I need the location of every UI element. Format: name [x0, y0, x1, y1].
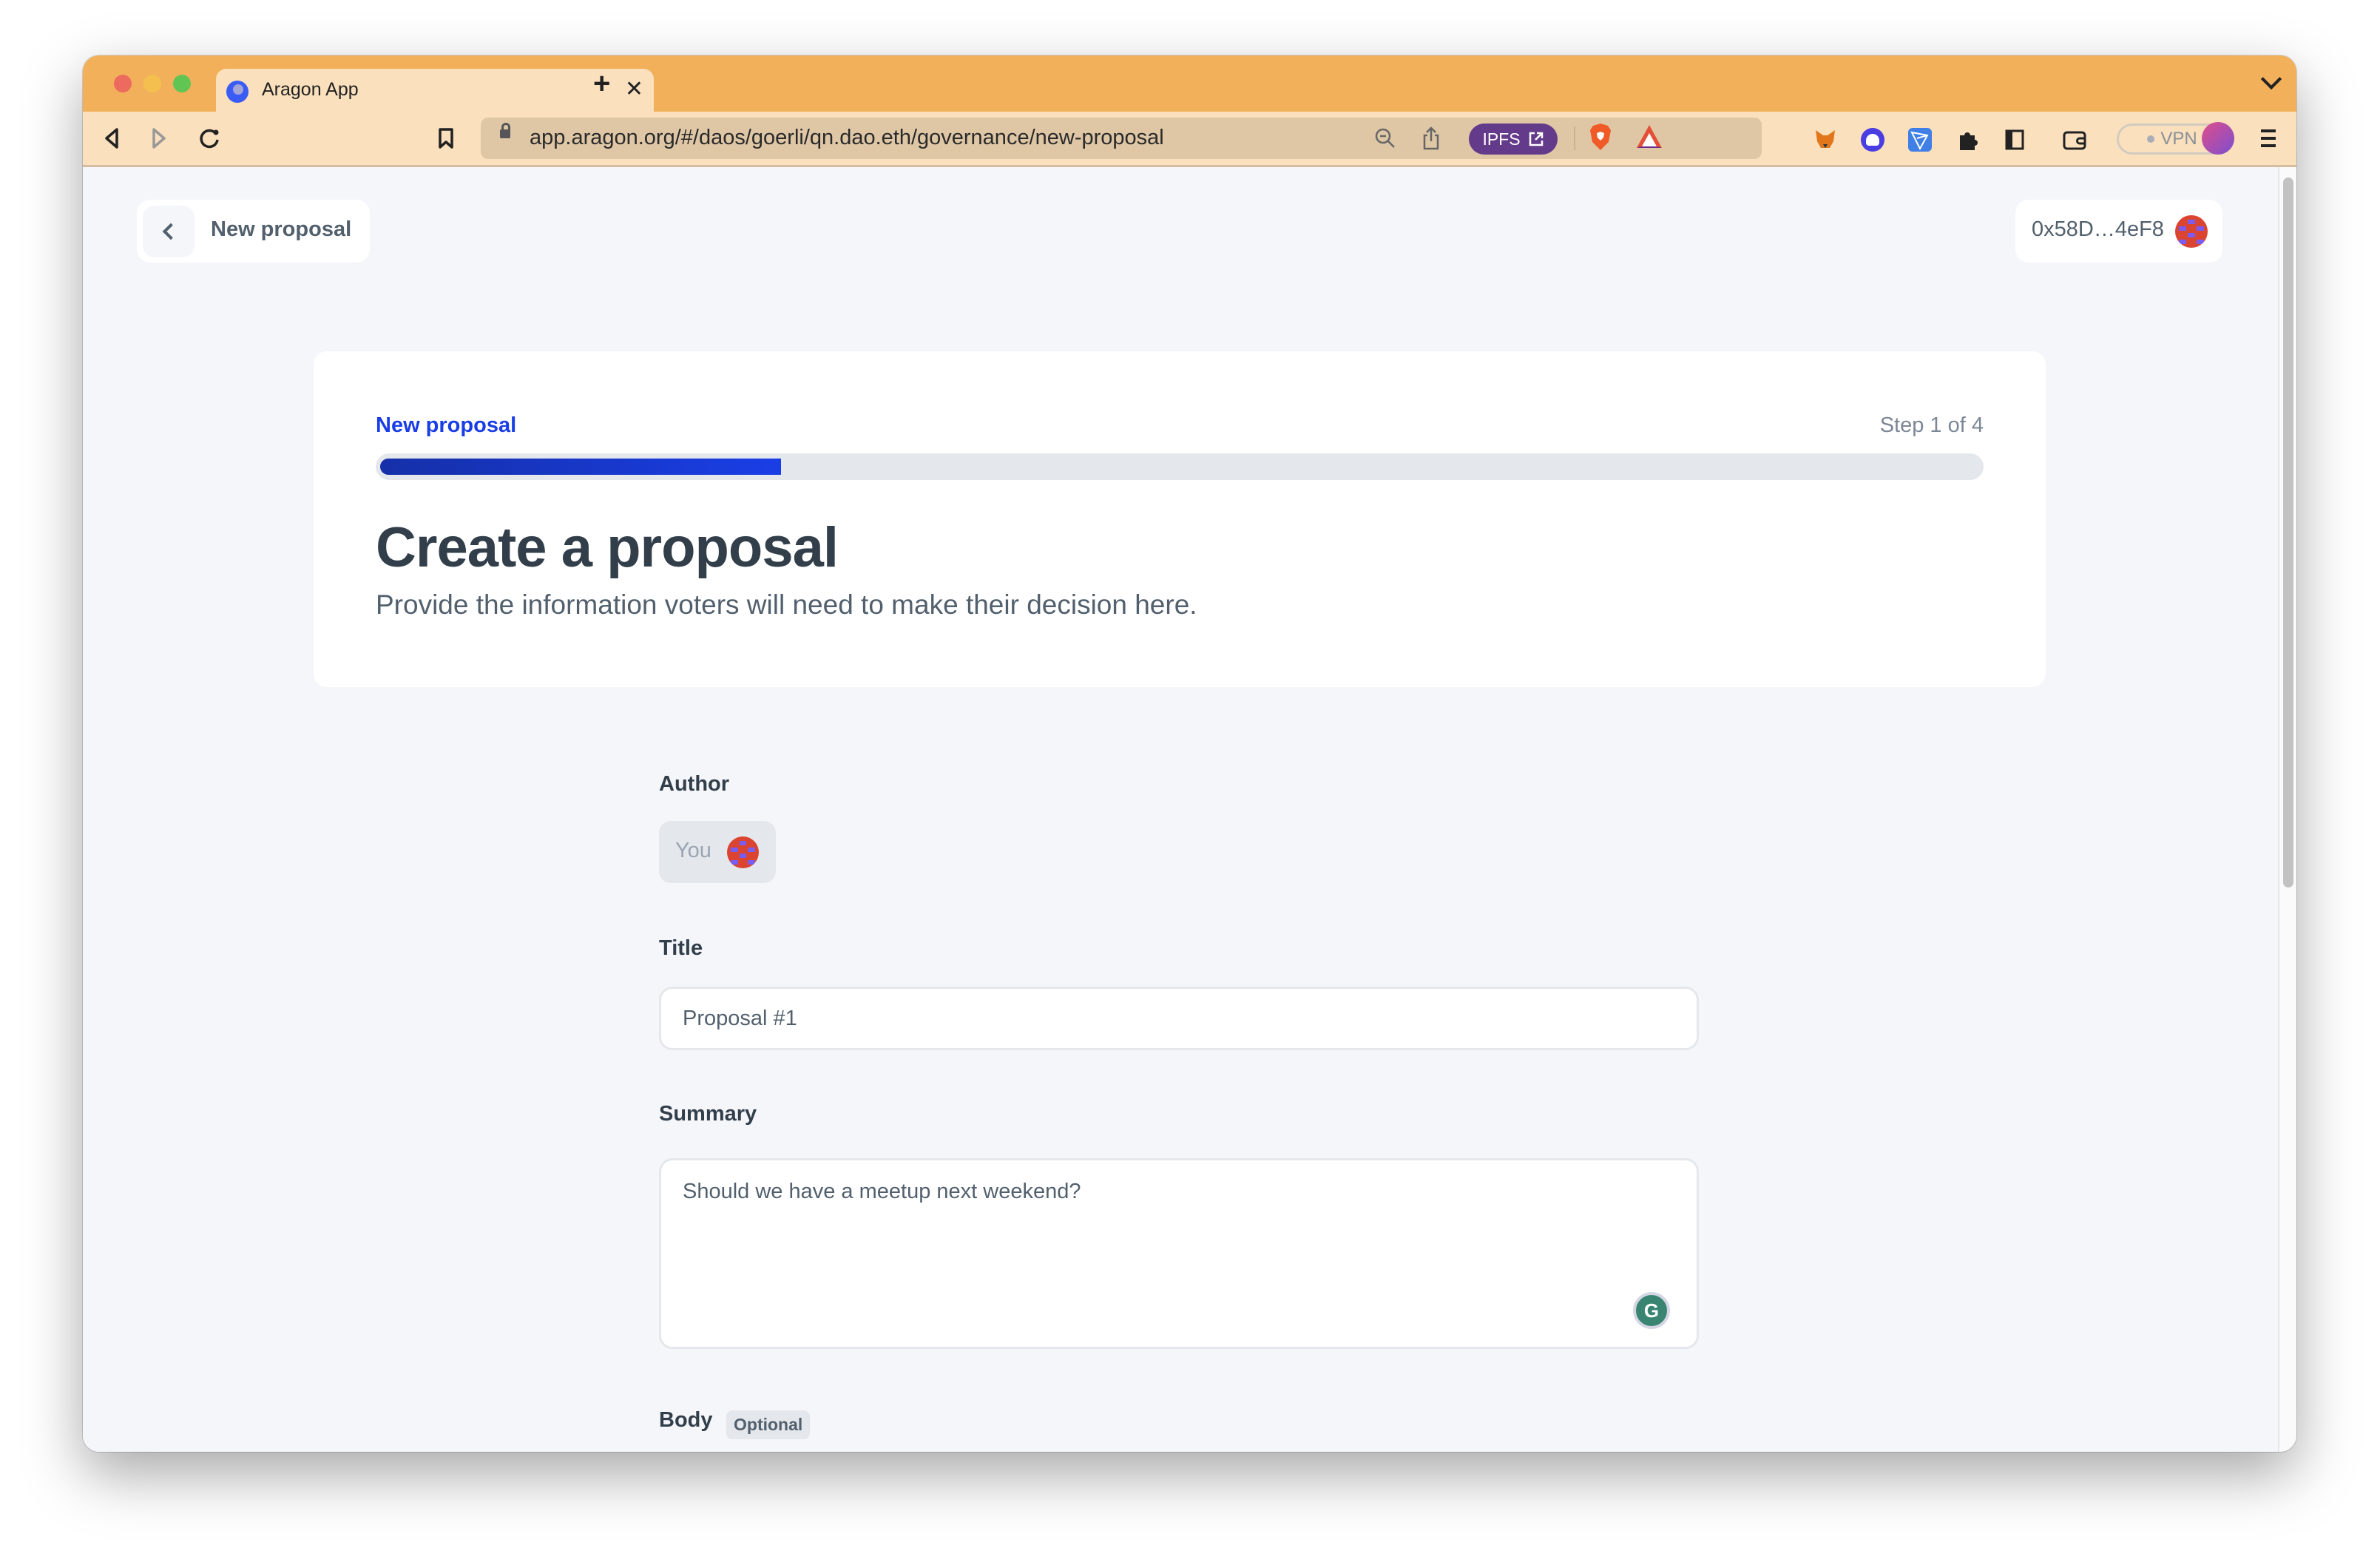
wallet-address: 0x58D…4eF8	[2032, 217, 2164, 241]
body-label: Body	[659, 1408, 713, 1432]
optional-badge: Optional	[726, 1410, 811, 1439]
breadcrumb: New proposal	[137, 200, 370, 263]
step-count: Step 1 of 4	[1879, 413, 1984, 437]
url-text[interactable]: app.aragon.org/#/daos/goerli/qn.dao.eth/…	[530, 126, 1164, 150]
close-tab-icon[interactable]: ✕	[625, 76, 643, 103]
menu-icon[interactable]	[2261, 129, 2276, 147]
tab-list-chevron-icon[interactable]	[2260, 68, 2282, 90]
chevron-left-icon	[162, 223, 180, 240]
page-content: New proposal 0x58D…4eF8 New proposal Ste…	[83, 167, 2279, 1452]
author-value: You	[675, 839, 711, 862]
brave-shields-icon[interactable]	[1589, 124, 1612, 150]
page-subtitle: Provide the information voters will need…	[376, 589, 1197, 620]
tab-bar: Aragon App ✕ +	[83, 55, 2296, 112]
vpn-status-icon	[2147, 135, 2155, 143]
profile-avatar-icon[interactable]	[2202, 122, 2234, 155]
author-chip: You	[659, 821, 776, 883]
scrollbar-thumb[interactable]	[2283, 178, 2293, 888]
browser-window: Aragon App ✕ + app.aragon.org/#/daos/goe…	[83, 55, 2296, 1452]
back-button[interactable]	[143, 206, 195, 257]
maximize-window-button[interactable]	[173, 75, 191, 92]
forward-icon[interactable]	[151, 125, 167, 152]
back-icon[interactable]	[104, 125, 120, 152]
tronlink-icon[interactable]	[1908, 128, 1932, 152]
browser-tab[interactable]: Aragon App ✕	[216, 69, 654, 112]
aragon-favicon-icon	[226, 81, 249, 103]
lock-icon	[500, 123, 510, 138]
external-link-icon	[1529, 132, 1543, 146]
summary-textarea[interactable]: Should we have a meetup next weekend? G	[659, 1158, 1699, 1349]
sidebar-icon[interactable]	[2003, 128, 2026, 152]
proposal-header-card: New proposal Step 1 of 4 Create a propos…	[314, 351, 2046, 687]
metamask-icon[interactable]	[1813, 128, 1837, 152]
author-label: Author	[659, 772, 730, 796]
bookmark-icon[interactable]	[438, 125, 454, 152]
ipfs-label: IPFS	[1482, 129, 1521, 149]
minimize-window-button[interactable]	[143, 75, 161, 92]
browser-toolbar: app.aragon.org/#/daos/goerli/qn.dao.eth/…	[83, 112, 2296, 167]
close-window-button[interactable]	[114, 75, 132, 92]
address-bar[interactable]: app.aragon.org/#/daos/goerli/qn.dao.eth/…	[481, 118, 1762, 159]
progress-fill	[380, 459, 781, 475]
summary-textarea-value: Should we have a meetup next weekend?	[683, 1180, 1081, 1203]
wallet-button[interactable]: 0x58D…4eF8	[2015, 200, 2222, 263]
page-scrollbar[interactable]	[2278, 167, 2296, 1452]
summary-label: Summary	[659, 1102, 757, 1126]
step-label: New proposal	[376, 413, 517, 437]
title-label: Title	[659, 936, 703, 960]
grammarly-icon[interactable]: G	[1633, 1292, 1670, 1329]
progress-bar	[376, 453, 1984, 480]
divider	[1574, 126, 1575, 150]
author-avatar-icon	[727, 836, 759, 868]
brave-rewards-icon[interactable]	[1636, 124, 1663, 150]
title-input[interactable]: Proposal #1	[659, 987, 1699, 1050]
breadcrumb-label: New proposal	[211, 217, 352, 241]
page-title: Create a proposal	[376, 516, 839, 579]
share-icon[interactable]	[1421, 125, 1441, 152]
phantom-icon[interactable]	[1861, 128, 1884, 152]
wallet-icon[interactable]	[2062, 128, 2086, 152]
vpn-label: VPN	[2160, 129, 2197, 149]
extensions-puzzle-icon[interactable]	[1955, 128, 1979, 152]
ipfs-button[interactable]: IPFS	[1469, 124, 1558, 155]
zoom-out-icon[interactable]	[1374, 125, 1396, 152]
tab-title: Aragon App	[262, 79, 359, 100]
new-tab-button[interactable]: +	[593, 67, 610, 100]
reload-icon[interactable]	[198, 125, 220, 152]
title-input-value: Proposal #1	[683, 1007, 797, 1030]
wallet-avatar-icon	[2175, 215, 2208, 248]
